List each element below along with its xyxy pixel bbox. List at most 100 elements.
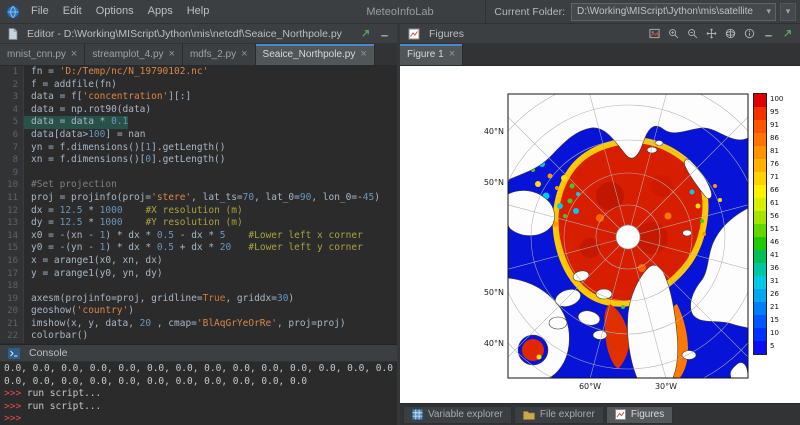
line-number: 13	[0, 217, 24, 230]
land-island	[549, 317, 567, 329]
line-number: 21	[0, 318, 24, 331]
code-line: 14x0 = -(xn - 1) * dx * 0.5 - dx * 5 #Lo…	[0, 230, 397, 243]
line-number: 6	[0, 129, 24, 142]
tab-close-icon[interactable]: ×	[360, 49, 366, 60]
colorbar-swatch	[754, 250, 766, 263]
editor-tab-streamplot_4.py[interactable]: streamplot_4.py×	[85, 44, 183, 65]
line-number: 2	[0, 79, 24, 92]
console-icon	[8, 348, 20, 359]
code-line: 9	[0, 167, 397, 180]
colorbar-tick-label: 95	[770, 106, 783, 119]
colorbar-swatch	[754, 120, 766, 133]
tab-file-explorer[interactable]: File explorer	[514, 406, 604, 424]
tab-label: Seaice_Northpole.py	[263, 49, 356, 60]
line-number: 3	[0, 91, 24, 104]
menu-item-file[interactable]: File	[24, 0, 56, 23]
line-number: 7	[0, 142, 24, 155]
code-line: 4data = np.rot90(data)	[0, 104, 397, 117]
arctic-sea-ice-map[interactable]: 40°N 50°N 50°N 40°N 60°W 30°W	[400, 66, 800, 403]
code-text: x = arange1(x0, xn, dx)	[24, 255, 163, 268]
tab-variable-explorer[interactable]: Variable explorer	[403, 406, 512, 424]
tab-figures[interactable]: Figures	[606, 406, 673, 424]
code-line: 19axesm(projinfo=proj, gridline=True, gr…	[0, 293, 397, 306]
zoom-in-icon[interactable]	[666, 27, 680, 41]
code-text: data = data * 0.1	[24, 116, 128, 129]
colorbar-swatch	[754, 159, 766, 172]
colorbar-tick-label: 61	[770, 197, 783, 210]
figure-tab[interactable]: Figure 1 ×	[400, 44, 463, 65]
console-prompt: >>>	[4, 401, 27, 412]
editor-tab-Seaice_Northpole.py[interactable]: Seaice_Northpole.py ×	[256, 44, 375, 65]
code-line: 3data = f['concentration'][:]	[0, 91, 397, 104]
line-number: 8	[0, 154, 24, 167]
app-logo-icon	[6, 5, 20, 19]
colorbar-tick-label: 21	[770, 301, 783, 314]
colorbar-swatch	[754, 94, 766, 107]
info-icon[interactable]	[742, 27, 756, 41]
figure-canvas[interactable]: 40°N 50°N 50°N 40°N 60°W 30°W 1009591868…	[400, 66, 800, 403]
editor-panel-title: Editor - D:\Working\MIScript\Jython\mis\…	[27, 28, 342, 40]
colorbar-swatch	[754, 172, 766, 185]
code-line: 10#Set projection	[0, 179, 397, 192]
code-editor[interactable]: 1fn = 'D:/Temp/nc/N_19790102.nc'2f = add…	[0, 66, 397, 344]
editor-minimize-icon[interactable]	[377, 27, 391, 41]
line-number: 4	[0, 104, 24, 117]
code-text: data[data>100] = nan	[24, 129, 145, 142]
colorbar-tick-label: 56	[770, 210, 783, 223]
pole-hole	[616, 225, 640, 249]
line-number: 20	[0, 305, 24, 318]
lat-label: 50°N	[484, 178, 504, 187]
code-text: f = addfile(fn)	[24, 79, 117, 92]
figures-float-icon[interactable]	[780, 27, 794, 41]
colorbar-swatch	[754, 328, 766, 341]
figures-minimize-icon[interactable]	[761, 27, 775, 41]
figures-panel-title: Figures	[429, 28, 464, 40]
tab-close-icon[interactable]: ×	[169, 49, 175, 60]
tab-close-icon[interactable]: ×	[241, 49, 247, 60]
line-number: 12	[0, 205, 24, 218]
editor-tab-mnist_cnn.py[interactable]: mnist_cnn.py×	[0, 44, 85, 65]
code-text: dx = 12.5 * 1000 #X resolution (m)	[24, 205, 243, 218]
combo-dropdown-icon[interactable]: ▾	[764, 6, 773, 17]
editor-tab-mdfs_2.py[interactable]: mdfs_2.py×	[183, 44, 256, 65]
chart-icon	[615, 409, 626, 420]
current-folder-combobox[interactable]: D:\Working\MIScript\Jython\mis\satellite…	[571, 3, 776, 21]
colorbar-tick-label: 46	[770, 236, 783, 249]
console-panel-header: Console	[0, 344, 397, 362]
pan-icon[interactable]	[704, 27, 718, 41]
code-line: 7yn = f.dimensions()[1].getLength()	[0, 142, 397, 155]
line-number: 16	[0, 255, 24, 268]
code-line: 15y0 = -(yn - 1) * dx * 0.5 + dx * 20 #L…	[0, 242, 397, 255]
figure-tabbar: Figure 1 ×	[400, 44, 800, 66]
console-output[interactable]: 0.0, 0.0, 0.0, 0.0, 0.0, 0.0, 0.0, 0.0, …	[0, 362, 397, 425]
colorbar-tick-label: 100	[770, 93, 783, 106]
toolbar-overflow-button[interactable]: ▾	[780, 3, 796, 21]
full-extent-icon[interactable]	[723, 27, 737, 41]
colorbar-swatch	[754, 341, 766, 354]
line-number: 5	[0, 116, 24, 129]
code-text: proj = projinfo(proj='stere', lat_ts=70,…	[24, 192, 380, 205]
console-line: 0.0, 0.0, 0.0, 0.0, 0.0, 0.0, 0.0, 0.0, …	[4, 363, 393, 376]
menu-item-edit[interactable]: Edit	[56, 0, 89, 23]
figure-tab-close-icon[interactable]: ×	[449, 49, 455, 60]
menubar-menus: FileEditOptionsAppsHelp	[24, 0, 216, 23]
line-number: 9	[0, 167, 24, 180]
code-text: data = np.rot90(data)	[24, 104, 151, 117]
explorer-tabbar: Variable explorer File explorer Figures	[400, 403, 800, 425]
code-text: #Set projection	[24, 179, 117, 192]
colorbar-swatch	[754, 302, 766, 315]
console-prompt: >>>	[4, 388, 27, 399]
editor-tabbar: mnist_cnn.py×streamplot_4.py×mdfs_2.py×S…	[0, 44, 397, 66]
menu-item-options[interactable]: Options	[89, 0, 141, 23]
tab-label: File explorer	[540, 409, 595, 420]
code-line: 16x = arange1(x0, xn, dx)	[0, 255, 397, 268]
tab-close-icon[interactable]: ×	[71, 49, 77, 60]
save-image-icon[interactable]	[647, 27, 661, 41]
console-panel-title: Console	[29, 347, 68, 359]
line-number: 15	[0, 242, 24, 255]
zoom-out-icon[interactable]	[685, 27, 699, 41]
editor-float-icon[interactable]	[358, 27, 372, 41]
code-text	[24, 280, 31, 293]
menu-item-help[interactable]: Help	[180, 0, 217, 23]
menu-item-apps[interactable]: Apps	[141, 0, 180, 23]
